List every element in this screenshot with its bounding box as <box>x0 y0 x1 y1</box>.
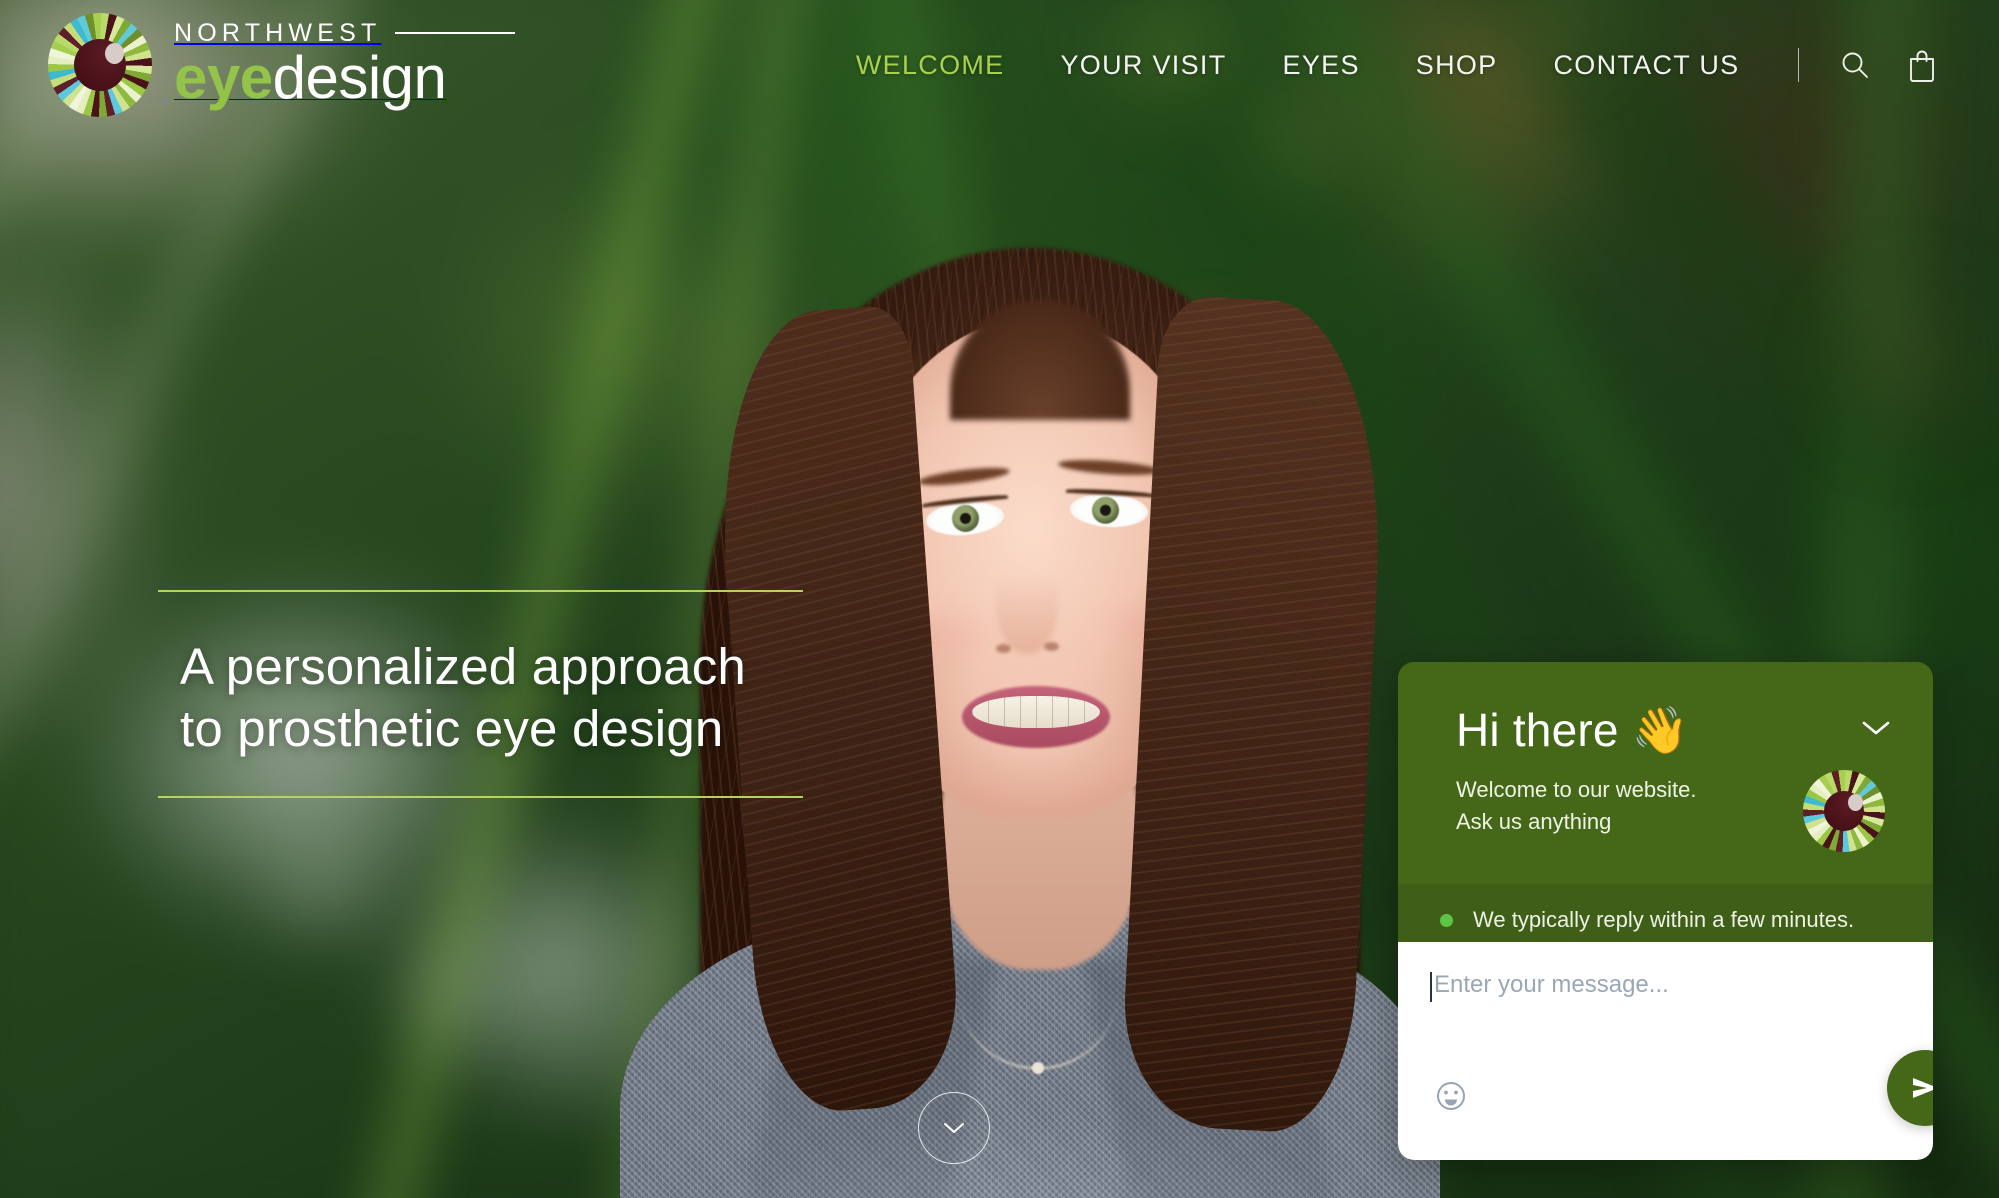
chat-composer <box>1398 942 1933 1160</box>
nav-item-your-visit[interactable]: YOUR VISIT <box>1060 50 1226 81</box>
chat-widget-background: Hi there 👋 Welcome to our website. Ask u… <box>1398 662 1933 1160</box>
nostril-left <box>996 644 1011 653</box>
brand-logo-link[interactable]: NORTHWEST eyedesign <box>48 13 516 117</box>
nav-divider <box>1797 48 1799 82</box>
teeth <box>972 696 1100 728</box>
hero-rule-bottom <box>158 796 803 799</box>
nostril-right <box>1044 642 1059 651</box>
brand-eyedesign-text: eyedesign <box>174 43 447 111</box>
shopping-bag-icon[interactable] <box>1907 48 1937 82</box>
chat-header: Hi there 👋 Welcome to our website. Ask u… <box>1398 662 1933 853</box>
nav-item-contact-us[interactable]: CONTACT US <box>1553 50 1739 81</box>
site-header: NORTHWEST eyedesign WELCOME YOUR VISIT E… <box>0 0 1999 130</box>
nose <box>996 542 1058 654</box>
teeth-detail <box>972 696 1100 728</box>
brand-design-text: design <box>272 43 447 111</box>
iris-right <box>1091 496 1120 525</box>
emoji-smiley-icon[interactable] <box>1434 1079 1468 1118</box>
nav-item-shop[interactable]: SHOP <box>1416 50 1498 81</box>
nav-item-welcome[interactable]: WELCOME <box>856 50 1005 81</box>
chat-body-curve <box>1398 942 1933 958</box>
chat-input-row <box>1398 968 1933 1002</box>
hero-headline: A personalized approach to prosthetic ey… <box>180 638 746 758</box>
status-dot-online <box>1440 913 1453 927</box>
pupil-right <box>1099 504 1112 517</box>
iris-avatar-icon <box>1803 770 1885 853</box>
chevron-down-icon <box>944 1123 964 1133</box>
brand-northwest-text: NORTHWEST <box>174 18 382 47</box>
chat-greeting-title: Hi there 👋 <box>1456 704 1690 756</box>
hero-copy-block: A personalized approach to prosthetic ey… <box>158 590 803 799</box>
main-navigation: WELCOME YOUR VISIT EYES SHOP CONTACT US <box>828 48 1955 82</box>
iris-logo-icon <box>48 13 152 117</box>
chat-collapse-button[interactable] <box>1859 718 1893 743</box>
brand-wordmark: NORTHWEST eyedesign <box>174 18 516 111</box>
chat-widget: Hi there 👋 Welcome to our website. Ask u… <box>1398 662 1933 1160</box>
brand-eye-text: eye <box>174 43 273 111</box>
scroll-down-button[interactable] <box>918 1092 990 1164</box>
pupil-left <box>959 512 972 525</box>
search-icon[interactable] <box>1839 49 1871 81</box>
chat-send-button[interactable] <box>1887 1050 1933 1126</box>
nav-item-eyes[interactable]: EYES <box>1283 50 1360 81</box>
iris-left <box>950 503 981 534</box>
chevron-down-icon <box>1862 721 1890 735</box>
chat-subtitle: Welcome to our website. Ask us anything <box>1456 777 1697 834</box>
chat-reply-time-text: We typically reply within a few minutes. <box>1473 907 1855 932</box>
hair-front-right <box>1118 294 1392 1136</box>
brand-rule <box>395 32 516 34</box>
send-paper-plane-icon <box>1913 1078 1933 1098</box>
chat-message-input[interactable] <box>1432 968 1889 1002</box>
necklace-pendant <box>1032 1062 1044 1074</box>
